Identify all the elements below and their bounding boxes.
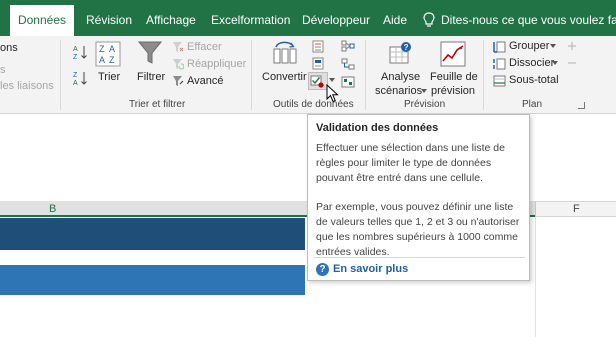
filled-cells-blue[interactable] — [0, 265, 305, 295]
edit-links-button[interactable]: les liaisons — [0, 80, 54, 92]
tab-data[interactable]: Données — [10, 5, 74, 36]
sort-button[interactable]: Trier — [98, 71, 120, 83]
filter-icon[interactable] — [138, 40, 162, 66]
flash-fill-icon[interactable] — [312, 40, 324, 53]
show-detail-icon — [568, 42, 576, 50]
sort-icon[interactable]: Z A A Z — [95, 41, 121, 67]
svg-text:A: A — [73, 46, 78, 53]
text-to-columns-icon[interactable] — [272, 41, 298, 65]
column-header-b[interactable]: B — [49, 203, 56, 215]
svg-text:?: ? — [404, 43, 409, 52]
tab-help[interactable]: Aide — [383, 0, 407, 36]
advanced-button[interactable]: Avancé — [187, 75, 224, 87]
tooltip-description: Effectuer une sélection dans une liste d… — [316, 142, 505, 184]
chevron-down-icon[interactable] — [329, 78, 335, 83]
group-label-sort-filter: Trier et filtrer — [129, 99, 186, 110]
help-icon: ? — [316, 263, 329, 276]
lightbulb-icon — [423, 12, 435, 27]
ungroup-button[interactable]: Dissocier — [509, 57, 554, 69]
clear-filter-icon — [173, 42, 184, 52]
group-label-outline: Plan — [522, 99, 543, 110]
tab-view[interactable]: Affichage — [146, 0, 196, 36]
excel-window: Données Révision Affichage Excelformatio… — [0, 0, 616, 337]
sort-za-icon[interactable]: Z A — [73, 70, 87, 86]
tab-excelformation[interactable]: Excelformation — [211, 0, 290, 36]
relationships-icon[interactable] — [341, 58, 355, 70]
group-label-data-tools: Outils de données — [273, 99, 354, 110]
ungroup-icon — [493, 58, 506, 70]
chevron-down-icon[interactable] — [550, 44, 556, 49]
tab-developer[interactable]: Développeur — [302, 0, 370, 36]
convert-button[interactable]: Convertir — [262, 71, 307, 83]
filled-cells-dark[interactable] — [0, 218, 305, 250]
forecast-sheet-icon[interactable] — [440, 41, 466, 67]
group-button[interactable]: Grouper — [509, 40, 549, 52]
reapply-icon — [173, 59, 184, 70]
column-header-f[interactable]: F — [573, 203, 580, 215]
forecast-sheet-sublabel[interactable]: prévision — [431, 85, 475, 97]
svg-text:Z: Z — [73, 54, 78, 60]
svg-text:A: A — [73, 80, 78, 86]
filter-button[interactable]: Filtrer — [137, 71, 165, 83]
tab-review[interactable]: Révision — [86, 0, 132, 36]
tooltip-title: Validation des données — [316, 122, 439, 134]
consolidate-icon[interactable] — [341, 40, 355, 52]
dialog-launcher-icon[interactable] — [578, 102, 585, 109]
data-validation-icon[interactable] — [308, 72, 328, 90]
group-icon — [493, 41, 506, 53]
clear-button[interactable]: Effacer — [187, 41, 222, 53]
hide-detail-icon — [568, 62, 576, 64]
data-validation-tooltip: Validation des données Effectuer une sél… — [307, 114, 530, 281]
group-label-forecast: Prévision — [404, 99, 446, 110]
svg-text:A: A — [109, 44, 115, 54]
remove-duplicates-icon[interactable] — [312, 57, 324, 70]
what-if-analysis-icon[interactable]: ? — [388, 41, 414, 67]
subtotal-icon — [493, 75, 506, 87]
svg-text:Z: Z — [109, 55, 115, 65]
svg-text:Z: Z — [73, 72, 78, 79]
data-model-icon[interactable] — [341, 76, 355, 88]
advanced-filter-icon — [173, 76, 184, 86]
svg-text:Z: Z — [99, 44, 105, 54]
subtotal-button[interactable]: Sous-total — [509, 74, 559, 86]
learn-more-link[interactable]: En savoir plus — [333, 263, 408, 275]
svg-text:A: A — [99, 55, 105, 65]
connections-item[interactable]: s — [0, 64, 6, 76]
chevron-down-icon[interactable] — [552, 61, 558, 66]
reapply-button[interactable]: Réappliquer — [187, 58, 246, 70]
tooltip-example: Par exemple, vous pouvez définir une lis… — [316, 201, 520, 258]
ribbon-tab-bar: Données Révision Affichage Excelformatio… — [0, 0, 616, 36]
mouse-cursor-icon — [326, 84, 339, 103]
chevron-down-icon[interactable] — [421, 89, 427, 94]
what-if-analysis-button[interactable]: Analyse — [381, 71, 420, 83]
ribbon: ons s les liaisons A Z Z A Z A A Z Trier… — [0, 36, 616, 114]
sort-az-icon[interactable]: A Z — [73, 44, 87, 60]
tell-me-search[interactable]: Dites-nous ce que vous voulez faire — [441, 0, 616, 36]
what-if-analysis-sublabel[interactable]: scénarios — [375, 85, 422, 97]
forecast-sheet-button[interactable]: Feuille de — [430, 71, 478, 83]
connections-item[interactable]: ons — [0, 42, 18, 54]
